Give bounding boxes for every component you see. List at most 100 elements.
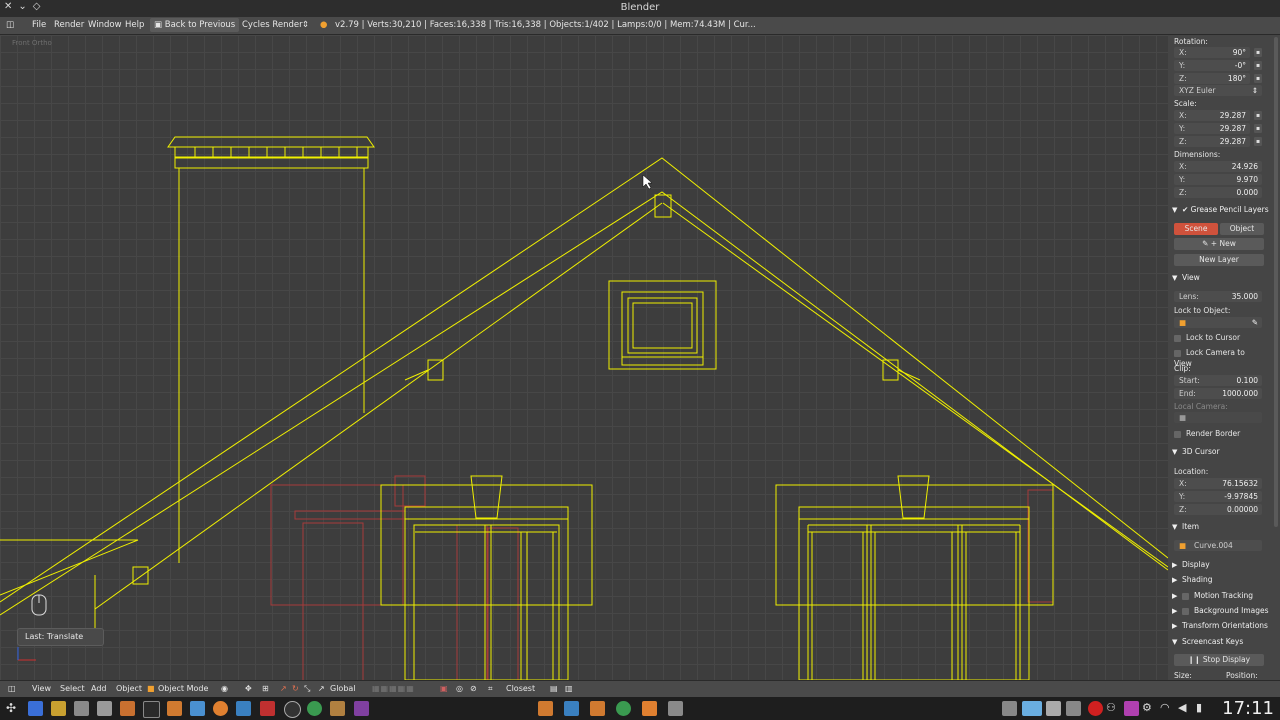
checkbox-checked-icon[interactable]: ✔ bbox=[1182, 205, 1191, 214]
launcher-icon[interactable]: ✣ bbox=[6, 701, 21, 716]
lock-layers-icon[interactable]: ▣ bbox=[440, 684, 448, 693]
checkbox-icon[interactable] bbox=[1182, 592, 1189, 600]
cursor-x-field[interactable]: X: 76.15632 bbox=[1174, 478, 1262, 489]
clip-start-field[interactable]: Start: 0.100 bbox=[1174, 375, 1262, 386]
app-launcher-2-icon[interactable] bbox=[51, 701, 66, 716]
layers-grid-icon[interactable]: ▦▦▦▦▦ bbox=[372, 684, 415, 693]
stop-display-button[interactable]: ❙❙ Stop Display bbox=[1174, 654, 1264, 666]
tab-scene[interactable]: Scene bbox=[1174, 223, 1218, 235]
shading-section-header[interactable]: ▶ Shading bbox=[1172, 573, 1272, 587]
lock-object-field[interactable]: ■ ✎ bbox=[1174, 317, 1262, 328]
app-launcher-5-icon[interactable] bbox=[120, 701, 135, 716]
terminal-icon[interactable] bbox=[143, 701, 160, 718]
app-launcher-11-icon[interactable] bbox=[330, 701, 345, 716]
clip-end-field[interactable]: End: 1000.000 bbox=[1174, 388, 1262, 399]
rotation-y-field[interactable]: Y: -0° bbox=[1174, 60, 1250, 71]
snap-element-icon[interactable]: ⌗ bbox=[488, 684, 493, 694]
task-4-icon[interactable] bbox=[616, 701, 631, 716]
app-launcher-7-icon[interactable] bbox=[236, 701, 251, 716]
panel-scrollbar[interactable] bbox=[1274, 37, 1278, 527]
workspace-1-icon[interactable] bbox=[1002, 701, 1017, 716]
scale-manipulator-icon[interactable]: ⤡ bbox=[304, 684, 310, 694]
app-launcher-4-icon[interactable] bbox=[97, 701, 112, 716]
app-launcher-9-icon[interactable] bbox=[284, 701, 301, 718]
app-launcher-12-icon[interactable] bbox=[354, 701, 369, 716]
viewport-shading-icon[interactable]: ◉ bbox=[221, 684, 228, 693]
cursor-y-field[interactable]: Y: -9.97845 bbox=[1174, 491, 1262, 502]
clock[interactable]: 17:11 bbox=[1222, 698, 1274, 719]
scale-y-field[interactable]: Y: 29.287 bbox=[1174, 123, 1250, 134]
background-images-section-header[interactable]: ▶ Background Images bbox=[1172, 604, 1272, 618]
editor-type-icon[interactable]: ◫ bbox=[6, 20, 14, 30]
3d-viewport[interactable]: Front Ortho Last: Translate bbox=[0, 35, 1168, 680]
tab-object[interactable]: Object bbox=[1220, 223, 1264, 235]
menu-select[interactable]: Select bbox=[60, 684, 85, 693]
menu-file[interactable]: File bbox=[32, 20, 46, 30]
checkbox-icon[interactable] bbox=[1182, 607, 1189, 615]
menu-add[interactable]: Add bbox=[91, 684, 107, 693]
snap-target-select[interactable]: Closest bbox=[506, 684, 535, 693]
task-blender-icon[interactable] bbox=[538, 701, 553, 716]
dimensions-y-field[interactable]: Y: 9.970 bbox=[1174, 174, 1262, 185]
tray-usb-icon[interactable]: ⚇ bbox=[1106, 701, 1121, 716]
opengl-render-icon[interactable]: ▥ bbox=[565, 684, 573, 693]
view-section-header[interactable]: ▼ View bbox=[1172, 271, 1272, 285]
snap-toggle-icon[interactable]: ⊘ bbox=[470, 684, 477, 693]
render-border-checkbox[interactable]: Render Border bbox=[1174, 428, 1264, 439]
lock-icon[interactable]: ▪ bbox=[1254, 61, 1262, 70]
new-grease-pencil-button[interactable]: ✎ + New bbox=[1174, 238, 1264, 250]
rotate-manipulator-icon[interactable]: ↻ bbox=[292, 684, 299, 693]
pivot-point-icon[interactable]: ✥ bbox=[245, 684, 252, 693]
screencast-keys-section-header[interactable]: ▼ Screencast Keys bbox=[1172, 635, 1272, 649]
item-section-header[interactable]: ▼ Item bbox=[1172, 520, 1272, 534]
menu-render[interactable]: Render bbox=[54, 20, 84, 30]
lock-to-cursor-checkbox[interactable]: Lock to Cursor bbox=[1174, 332, 1264, 343]
menu-window[interactable]: Window bbox=[88, 20, 122, 30]
menu-help[interactable]: Help bbox=[125, 20, 144, 30]
motion-tracking-section-header[interactable]: ▶ Motion Tracking bbox=[1172, 589, 1272, 603]
menu-view[interactable]: View bbox=[32, 684, 51, 693]
grease-pencil-header[interactable]: ▼ ✔ Grease Pencil Layers bbox=[1172, 203, 1272, 217]
tray-1-icon[interactable] bbox=[1066, 701, 1081, 716]
scale-x-field[interactable]: X: 29.287 bbox=[1174, 110, 1250, 121]
workspace-2-icon[interactable] bbox=[1022, 701, 1042, 716]
tray-2-icon[interactable] bbox=[1124, 701, 1139, 716]
rotation-z-field[interactable]: Z: 180° bbox=[1174, 73, 1250, 84]
battery-icon[interactable]: ▮ bbox=[1196, 701, 1211, 716]
lock-icon[interactable]: ▪ bbox=[1254, 137, 1262, 146]
task-2-icon[interactable] bbox=[564, 701, 579, 716]
tray-record-icon[interactable] bbox=[1088, 701, 1103, 716]
wifi-icon[interactable]: ◠ bbox=[1160, 701, 1175, 716]
transform-orientation-select[interactable]: Global bbox=[330, 684, 356, 693]
lens-field[interactable]: Lens: 35.000 bbox=[1174, 291, 1262, 302]
tray-3-icon[interactable]: ⚙ bbox=[1142, 701, 1157, 716]
lock-icon[interactable]: ▪ bbox=[1254, 111, 1262, 120]
lock-icon[interactable]: ▪ bbox=[1254, 48, 1262, 57]
app-launcher-10-icon[interactable] bbox=[307, 701, 322, 716]
local-camera-field[interactable]: ■ bbox=[1174, 412, 1262, 423]
menu-object[interactable]: Object bbox=[116, 684, 142, 693]
task-3-icon[interactable] bbox=[590, 701, 605, 716]
editor-type-icon[interactable]: ◫ bbox=[8, 684, 16, 693]
new-layer-button[interactable]: New Layer bbox=[1174, 254, 1264, 266]
firefox-icon[interactable] bbox=[213, 701, 228, 716]
render-preview-icon[interactable]: ▤ bbox=[550, 684, 558, 693]
translate-manipulator-icon[interactable]: ↗ bbox=[280, 684, 287, 693]
app-launcher-8-icon[interactable] bbox=[260, 701, 275, 716]
back-to-previous-button[interactable]: ▣ Back to Previous bbox=[150, 18, 240, 32]
scale-z-field[interactable]: Z: 29.287 bbox=[1174, 136, 1250, 147]
workspace-3-icon[interactable] bbox=[1046, 701, 1061, 716]
lock-icon[interactable]: ▪ bbox=[1254, 124, 1262, 133]
app-launcher-6-icon[interactable] bbox=[190, 701, 205, 716]
lock-icon[interactable]: ▪ bbox=[1254, 74, 1262, 83]
eyedropper-icon[interactable]: ✎ bbox=[1252, 317, 1258, 328]
transform-orientations-section-header[interactable]: ▶ Transform Orientations bbox=[1172, 619, 1272, 633]
render-engine-select[interactable]: Cycles Render bbox=[242, 20, 303, 30]
3d-cursor-section-header[interactable]: ▼ 3D Cursor bbox=[1172, 445, 1272, 459]
task-6-icon[interactable] bbox=[668, 701, 683, 716]
display-section-header[interactable]: ▶ Display bbox=[1172, 558, 1272, 572]
mode-select[interactable]: Object Mode bbox=[158, 684, 208, 693]
lock-camera-checkbox[interactable]: Lock Camera to View bbox=[1174, 347, 1264, 368]
task-5-icon[interactable] bbox=[642, 701, 657, 716]
manipulator-icon[interactable]: ⊞ bbox=[262, 684, 269, 693]
